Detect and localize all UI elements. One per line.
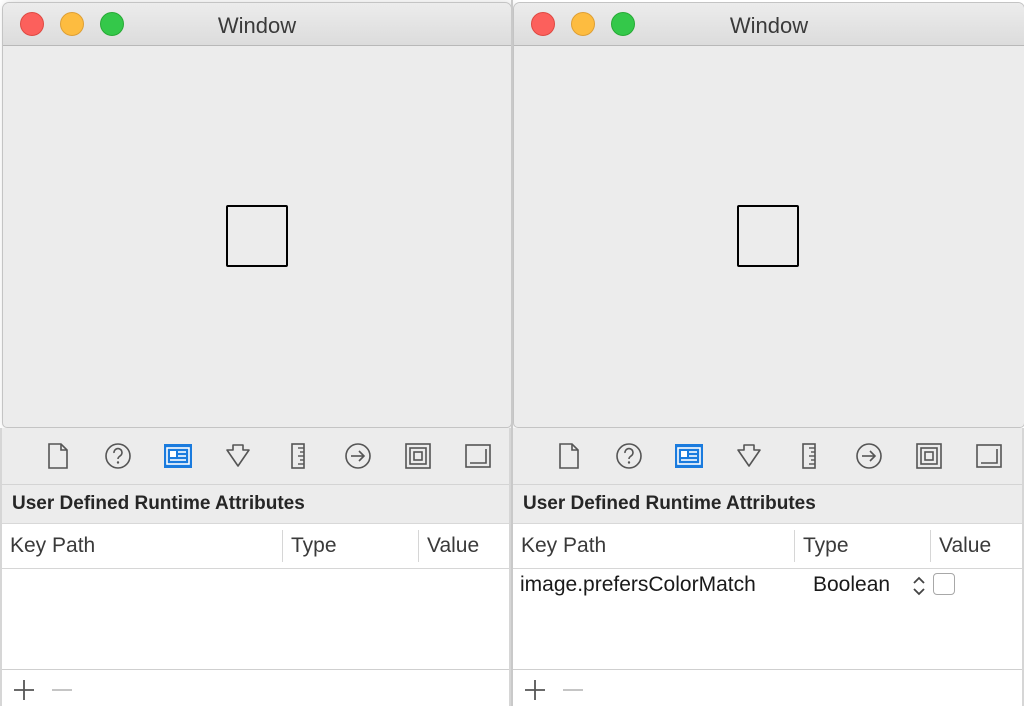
identity-inspector-icon[interactable]: [162, 440, 194, 472]
bindings-inspector-icon[interactable]: [402, 440, 434, 472]
window-title: Window: [217, 13, 297, 38]
image-view[interactable]: [226, 205, 288, 267]
window-title: Window: [729, 13, 809, 38]
column-header-value[interactable]: Value: [931, 524, 1021, 568]
section-header: User Defined Runtime Attributes: [2, 485, 509, 524]
attributes-table-body[interactable]: image.prefersColorMatch Boolean: [513, 569, 1022, 670]
table-bottom-bar: [513, 670, 1022, 706]
inspector-pane: User Defined Runtime Attributes Key Path…: [513, 428, 1024, 706]
window-titlebar[interactable]: Window: [514, 3, 1024, 46]
attributes-inspector-icon[interactable]: [733, 440, 765, 472]
image-view[interactable]: [737, 205, 799, 267]
key-path-cell[interactable]: image.prefersColorMatch: [520, 573, 756, 597]
table-row[interactable]: image.prefersColorMatch Boolean: [513, 569, 1022, 603]
remove-attribute-button[interactable]: [50, 678, 74, 702]
connections-inspector-icon[interactable]: [342, 440, 374, 472]
window-titlebar[interactable]: Window: [3, 3, 511, 46]
attributes-inspector-icon[interactable]: [222, 440, 254, 472]
inspector-toolbar: [2, 428, 509, 485]
file-icon[interactable]: [42, 440, 74, 472]
type-stepper-icon[interactable]: [912, 574, 926, 604]
inspector-toolbar: [513, 428, 1022, 485]
type-cell[interactable]: Boolean: [813, 573, 890, 597]
column-header-value[interactable]: Value: [419, 524, 509, 568]
right-panel: Window User Defined Runtime Attributes K…: [513, 0, 1024, 706]
help-icon[interactable]: [102, 440, 134, 472]
add-attribute-button[interactable]: [12, 678, 36, 702]
window: Window: [3, 3, 511, 427]
identity-inspector-icon[interactable]: [673, 440, 705, 472]
help-icon[interactable]: [613, 440, 645, 472]
remove-attribute-button[interactable]: [561, 678, 585, 702]
attributes-table-header: Key Path Type Value: [2, 524, 509, 569]
left-panel: Window User Defined Runtime Attributes K…: [0, 0, 511, 706]
column-header-key-path[interactable]: Key Path: [513, 524, 794, 568]
connections-inspector-icon[interactable]: [853, 440, 885, 472]
size-inspector-icon[interactable]: [282, 440, 314, 472]
attributes-table-body[interactable]: [2, 569, 509, 670]
window: Window: [514, 3, 1024, 427]
value-checkbox[interactable]: [933, 573, 955, 595]
bindings-inspector-icon[interactable]: [913, 440, 945, 472]
view-effects-icon[interactable]: [462, 440, 494, 472]
column-header-key-path[interactable]: Key Path: [2, 524, 282, 568]
size-inspector-icon[interactable]: [793, 440, 825, 472]
table-bottom-bar: [2, 670, 509, 706]
column-header-type[interactable]: Type: [795, 524, 930, 568]
column-header-type[interactable]: Type: [283, 524, 418, 568]
attributes-table-header: Key Path Type Value: [513, 524, 1022, 569]
view-effects-icon[interactable]: [973, 440, 1005, 472]
inspector-pane: User Defined Runtime Attributes Key Path…: [0, 428, 511, 706]
add-attribute-button[interactable]: [523, 678, 547, 702]
section-header: User Defined Runtime Attributes: [513, 485, 1022, 524]
file-icon[interactable]: [553, 440, 585, 472]
